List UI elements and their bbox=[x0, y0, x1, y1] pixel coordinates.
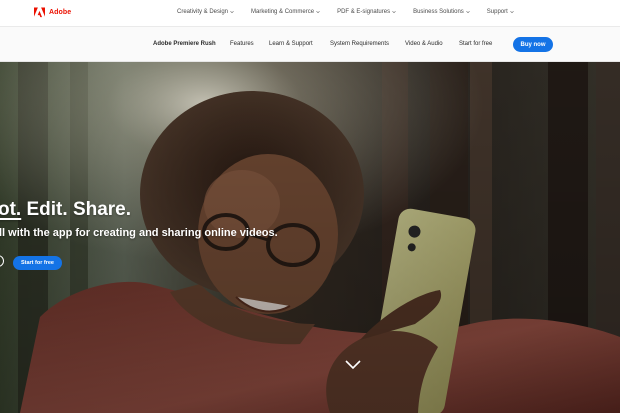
chevron-down-icon bbox=[466, 11, 470, 14]
buy-now-button[interactable]: Buy now bbox=[513, 37, 553, 52]
nav-link-learn-support[interactable]: Learn & Support bbox=[269, 41, 313, 47]
nav-link-features[interactable]: Features bbox=[230, 41, 254, 47]
menu-label: Marketing & Commerce bbox=[251, 9, 315, 15]
brand-name: Adobe bbox=[49, 9, 72, 16]
chevron-down-icon[interactable] bbox=[344, 359, 362, 371]
local-nav: Adobe Premiere Rush Features Learn & Sup… bbox=[0, 27, 620, 62]
chevron-down-icon bbox=[392, 11, 396, 14]
menu-label: Business Solutions bbox=[413, 9, 464, 15]
chevron-down-icon bbox=[316, 11, 320, 14]
hero-subheadline: ll with the app for creating and sharing… bbox=[0, 227, 278, 239]
menu-support[interactable]: Support bbox=[487, 9, 514, 15]
chevron-down-icon bbox=[510, 11, 514, 14]
hero-section: ot. Edit. Share. ll with the app for cre… bbox=[0, 62, 620, 413]
nav-link-system-requirements[interactable]: System Requirements bbox=[330, 41, 389, 47]
hero-headline-rest: Edit. Share. bbox=[21, 199, 132, 220]
nav-link-video-audio[interactable]: Video & Audio bbox=[405, 41, 443, 47]
hero-headline: ot. Edit. Share. bbox=[0, 199, 131, 221]
global-menu: Creativity & Design Marketing & Commerce… bbox=[177, 9, 514, 15]
menu-label: Support bbox=[486, 9, 508, 15]
hero-headline-shoot: ot. bbox=[0, 199, 22, 220]
menu-marketing-commerce[interactable]: Marketing & Commerce bbox=[251, 9, 320, 15]
adobe-brand-link[interactable]: Adobe bbox=[34, 7, 71, 18]
menu-label: Creativity & Design bbox=[177, 9, 229, 15]
adobe-logo-icon bbox=[34, 7, 45, 18]
product-name-link[interactable]: Adobe Premiere Rush bbox=[153, 41, 216, 47]
menu-label: PDF & E-signatures bbox=[337, 9, 391, 15]
menu-business-solutions[interactable]: Business Solutions bbox=[413, 9, 470, 15]
hero-start-for-free-button[interactable]: Start for free bbox=[13, 256, 62, 270]
menu-creativity-design[interactable]: Creativity & Design bbox=[177, 9, 234, 15]
chevron-down-icon bbox=[230, 11, 234, 14]
nav-link-start-for-free[interactable]: Start for free bbox=[459, 41, 492, 47]
menu-pdf-esignatures[interactable]: PDF & E-signatures bbox=[337, 9, 396, 15]
global-nav: Adobe Creativity & Design Marketing & Co… bbox=[0, 0, 620, 27]
